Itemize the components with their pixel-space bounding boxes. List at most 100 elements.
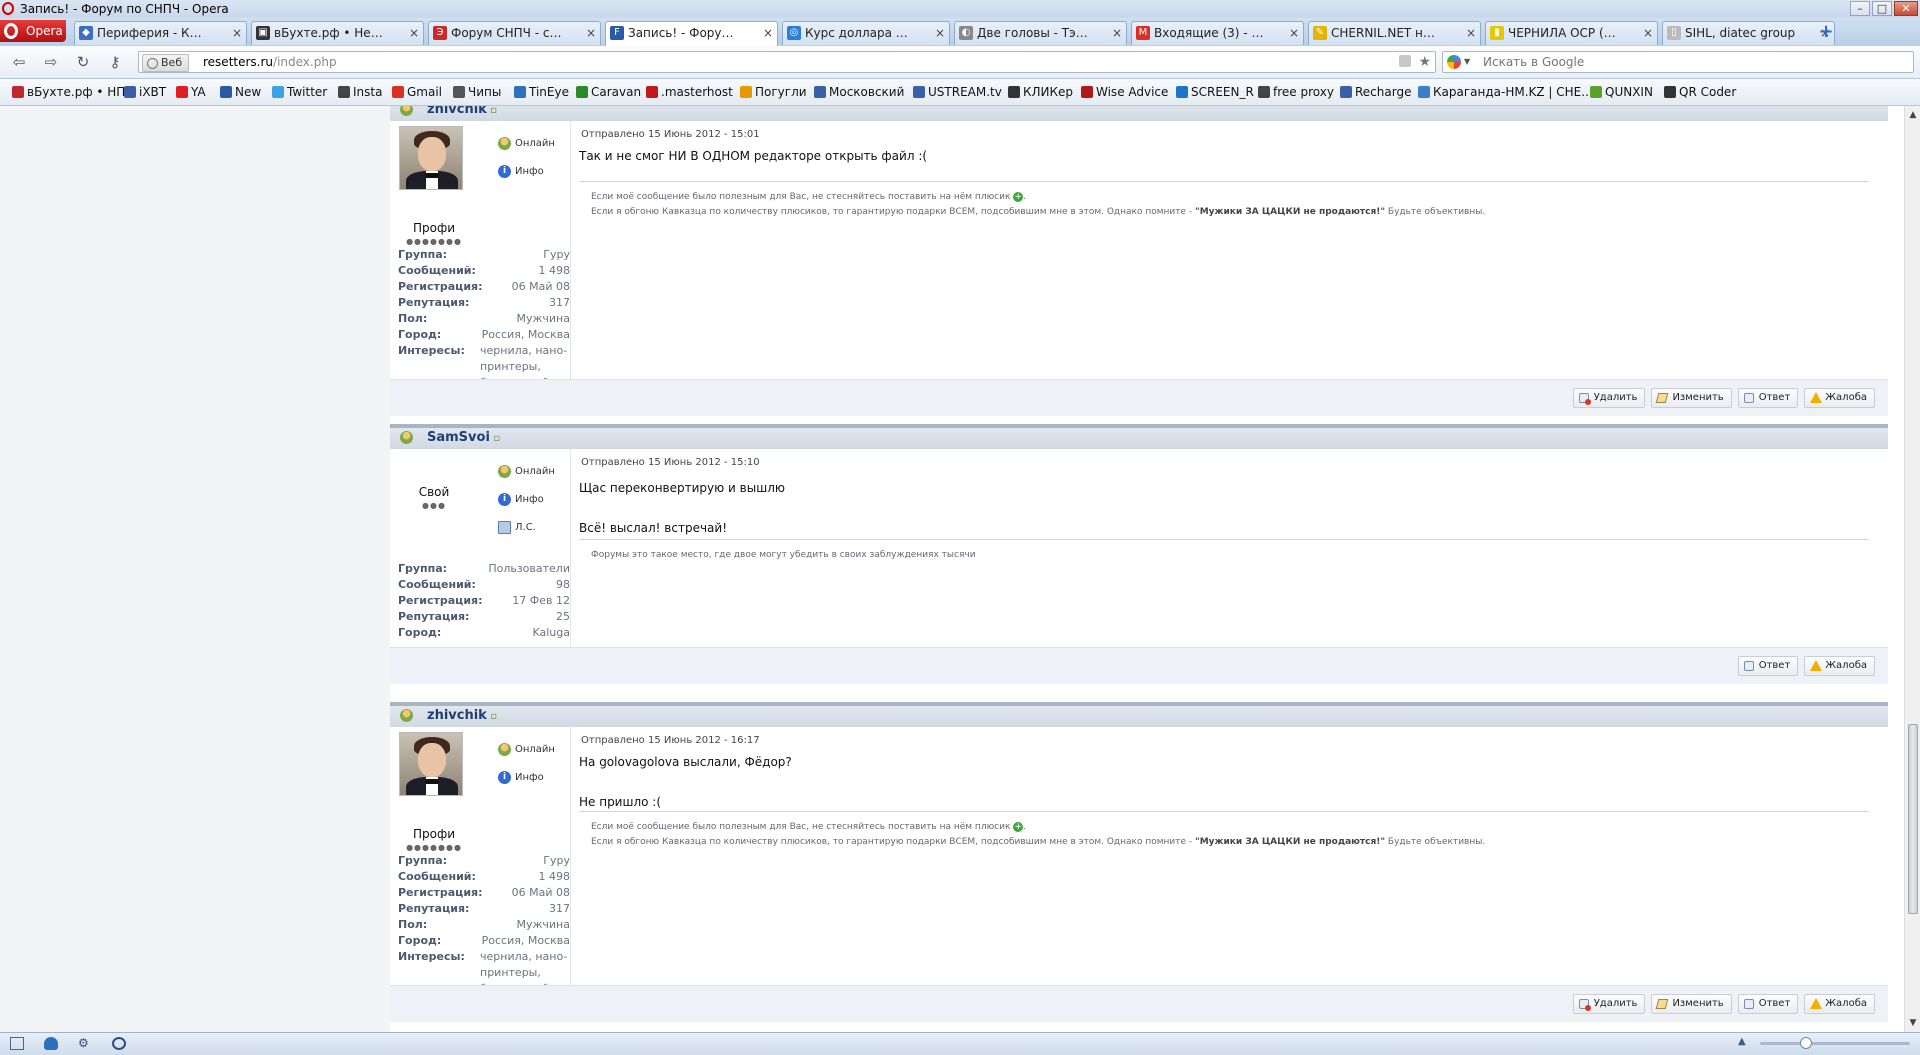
user-online-icon: [400, 709, 413, 722]
report-button[interactable]: Жалоба: [1804, 656, 1875, 676]
tab-close-icon[interactable]: ×: [935, 22, 945, 44]
zoom-slider-knob[interactable]: [1800, 1037, 1812, 1049]
bookmark-item[interactable]: .masterhost: [646, 79, 733, 105]
bookmark-item[interactable]: New: [220, 79, 261, 105]
address-field[interactable]: Веб resetters.ru/index.php ★: [138, 51, 1436, 73]
bookmark-item[interactable]: iXBT: [124, 79, 166, 105]
tab-close-icon[interactable]: ×: [1289, 22, 1299, 44]
reply-button[interactable]: Ответ: [1737, 388, 1799, 408]
zoom-menu-icon[interactable]: ▲: [1738, 1036, 1746, 1047]
tab-8[interactable]: ✎ CHERNIL.NET на Янде... ×: [1308, 21, 1481, 45]
post-author-link[interactable]: SamSvoi: [427, 428, 500, 449]
scroll-down-icon[interactable]: ▼: [1907, 1016, 1919, 1030]
reload-button[interactable]: ↻: [72, 52, 94, 72]
key-icon[interactable]: ⚷: [104, 52, 126, 72]
scroll-up-icon[interactable]: ▲: [1907, 108, 1919, 122]
zoom-slider[interactable]: [1760, 1037, 1910, 1049]
bookmark-item[interactable]: Погугли: [740, 79, 807, 105]
close-window-button[interactable]: ✕: [1894, 1, 1918, 16]
bookmark-item[interactable]: Gmail: [392, 79, 442, 105]
back-button[interactable]: ⇦: [8, 52, 30, 72]
speed-dial-icon[interactable]: [112, 1037, 126, 1050]
edit-button[interactable]: Изменить: [1651, 994, 1732, 1014]
bookmark-item[interactable]: Recharge: [1340, 79, 1411, 105]
user-info-link[interactable]: i Инфо: [498, 165, 544, 179]
panel-toggle-icon[interactable]: [10, 1037, 24, 1050]
google-icon[interactable]: [1447, 55, 1461, 69]
private-message-link[interactable]: Л.С.: [498, 521, 536, 535]
new-tab-button[interactable]: +: [1814, 22, 1838, 44]
delete-icon: [1578, 393, 1591, 405]
bookmark-item[interactable]: USTREAM.tv: [913, 79, 1002, 105]
online-status: Онлайн: [498, 465, 555, 479]
property-key: Город:: [398, 328, 442, 341]
property-key: Группа:: [398, 562, 448, 575]
tab-7[interactable]: M Входящие (3) - golova... ×: [1131, 21, 1304, 45]
user-info-link[interactable]: i Инфо: [498, 493, 544, 507]
report-button[interactable]: Жалоба: [1804, 994, 1875, 1014]
bookmark-item[interactable]: Twitter: [272, 79, 327, 105]
bookmark-item[interactable]: free proxy: [1258, 79, 1334, 105]
tab-close-icon[interactable]: ×: [763, 22, 773, 44]
bookmark-item[interactable]: Wise Advice: [1081, 79, 1168, 105]
tab-close-icon[interactable]: ×: [1466, 22, 1476, 44]
bookmark-item[interactable]: КЛИКер: [1008, 79, 1073, 105]
rss-icon[interactable]: [1399, 55, 1411, 67]
post-message-text: На golovagolova выслали, Фёдор?: [579, 755, 792, 769]
bookmark-item[interactable]: вБухте.рф • НП: [12, 79, 125, 105]
tab-4[interactable]: F Запись! - Форум по С... ×: [605, 21, 778, 46]
bookmark-item[interactable]: QR Coder: [1664, 79, 1736, 105]
post-actions: Ответ Жалоба: [1737, 656, 1875, 676]
plus-icon[interactable]: +: [1013, 821, 1024, 832]
tab-1[interactable]: ◆ Периферия - Конфер... ×: [74, 21, 247, 45]
unite-cloud-icon[interactable]: [44, 1037, 58, 1050]
scrollbar-thumb[interactable]: [1908, 724, 1918, 914]
bookmark-item[interactable]: Чипы: [453, 79, 501, 105]
bookmark-item[interactable]: Insta: [338, 79, 382, 105]
edit-button[interactable]: Изменить: [1651, 388, 1732, 408]
tab-3[interactable]: Э Форум СНПЧ - сброс ... ×: [428, 21, 601, 45]
report-button[interactable]: Жалоба: [1804, 388, 1875, 408]
avatar[interactable]: [399, 732, 463, 796]
user-online-icon: [400, 431, 413, 444]
tab-label: Запись! - Форум по С...: [628, 26, 739, 40]
tab-close-icon[interactable]: ×: [409, 22, 419, 44]
opera-menu-button[interactable]: Opera: [0, 20, 66, 42]
post-author-link[interactable]: zhivchik: [427, 706, 497, 727]
tab-10[interactable]: ▯ SIHL, diatec group ×: [1662, 21, 1835, 45]
bookmark-star-icon[interactable]: ★: [1418, 52, 1431, 72]
delete-button[interactable]: Удалить: [1572, 994, 1646, 1014]
bookmark-item[interactable]: YA: [176, 79, 206, 105]
address-url[interactable]: resetters.ru/index.php: [203, 52, 337, 72]
tab-close-icon[interactable]: ×: [1112, 22, 1122, 44]
tab-9[interactable]: ▮ ЧЕРНИЛА OCP (Герма... ×: [1485, 21, 1658, 45]
user-property-row: Группа: Гуру: [398, 853, 570, 869]
tab-6[interactable]: ◐ Две головы - Тэги: Во... ×: [954, 21, 1127, 45]
search-field[interactable]: ▼ Искать в Google: [1442, 51, 1914, 73]
vertical-scrollbar[interactable]: ▲ ▼: [1904, 106, 1920, 1032]
turbo-icon[interactable]: ⚙: [78, 1037, 92, 1050]
user-info-link[interactable]: i Инфо: [498, 771, 544, 785]
delete-button[interactable]: Удалить: [1572, 388, 1646, 408]
tab-close-icon[interactable]: ×: [1643, 22, 1653, 44]
minimize-button[interactable]: –: [1850, 1, 1870, 16]
bookmark-item[interactable]: Caravan: [576, 79, 641, 105]
web-badge[interactable]: Веб: [142, 54, 190, 72]
tab-2[interactable]: ▣ вБухте.рф • Непрочит... ×: [251, 21, 424, 45]
bookmark-item[interactable]: QUNXIN: [1590, 79, 1653, 105]
tab-5[interactable]: ◎ Курс доллара и курс е... ×: [782, 21, 950, 45]
post-author-link[interactable]: zhivchik: [427, 106, 497, 121]
bookmark-item[interactable]: Московский: [814, 79, 904, 105]
bookmark-item[interactable]: TinEye: [514, 79, 569, 105]
maximize-button[interactable]: □: [1872, 1, 1892, 16]
tab-close-icon[interactable]: ×: [232, 22, 242, 44]
search-engine-dropdown-icon[interactable]: ▼: [1464, 52, 1470, 72]
bookmark-item[interactable]: Караганда-HM.KZ | CHE...: [1418, 79, 1593, 105]
avatar[interactable]: [399, 126, 463, 190]
tab-close-icon[interactable]: ×: [586, 22, 596, 44]
reply-button[interactable]: Ответ: [1737, 994, 1799, 1014]
forward-button[interactable]: ⇨: [40, 52, 62, 72]
bookmark-item[interactable]: SCREEN_R: [1176, 79, 1254, 105]
reply-button[interactable]: Ответ: [1737, 656, 1799, 676]
plus-icon[interactable]: +: [1013, 191, 1024, 202]
